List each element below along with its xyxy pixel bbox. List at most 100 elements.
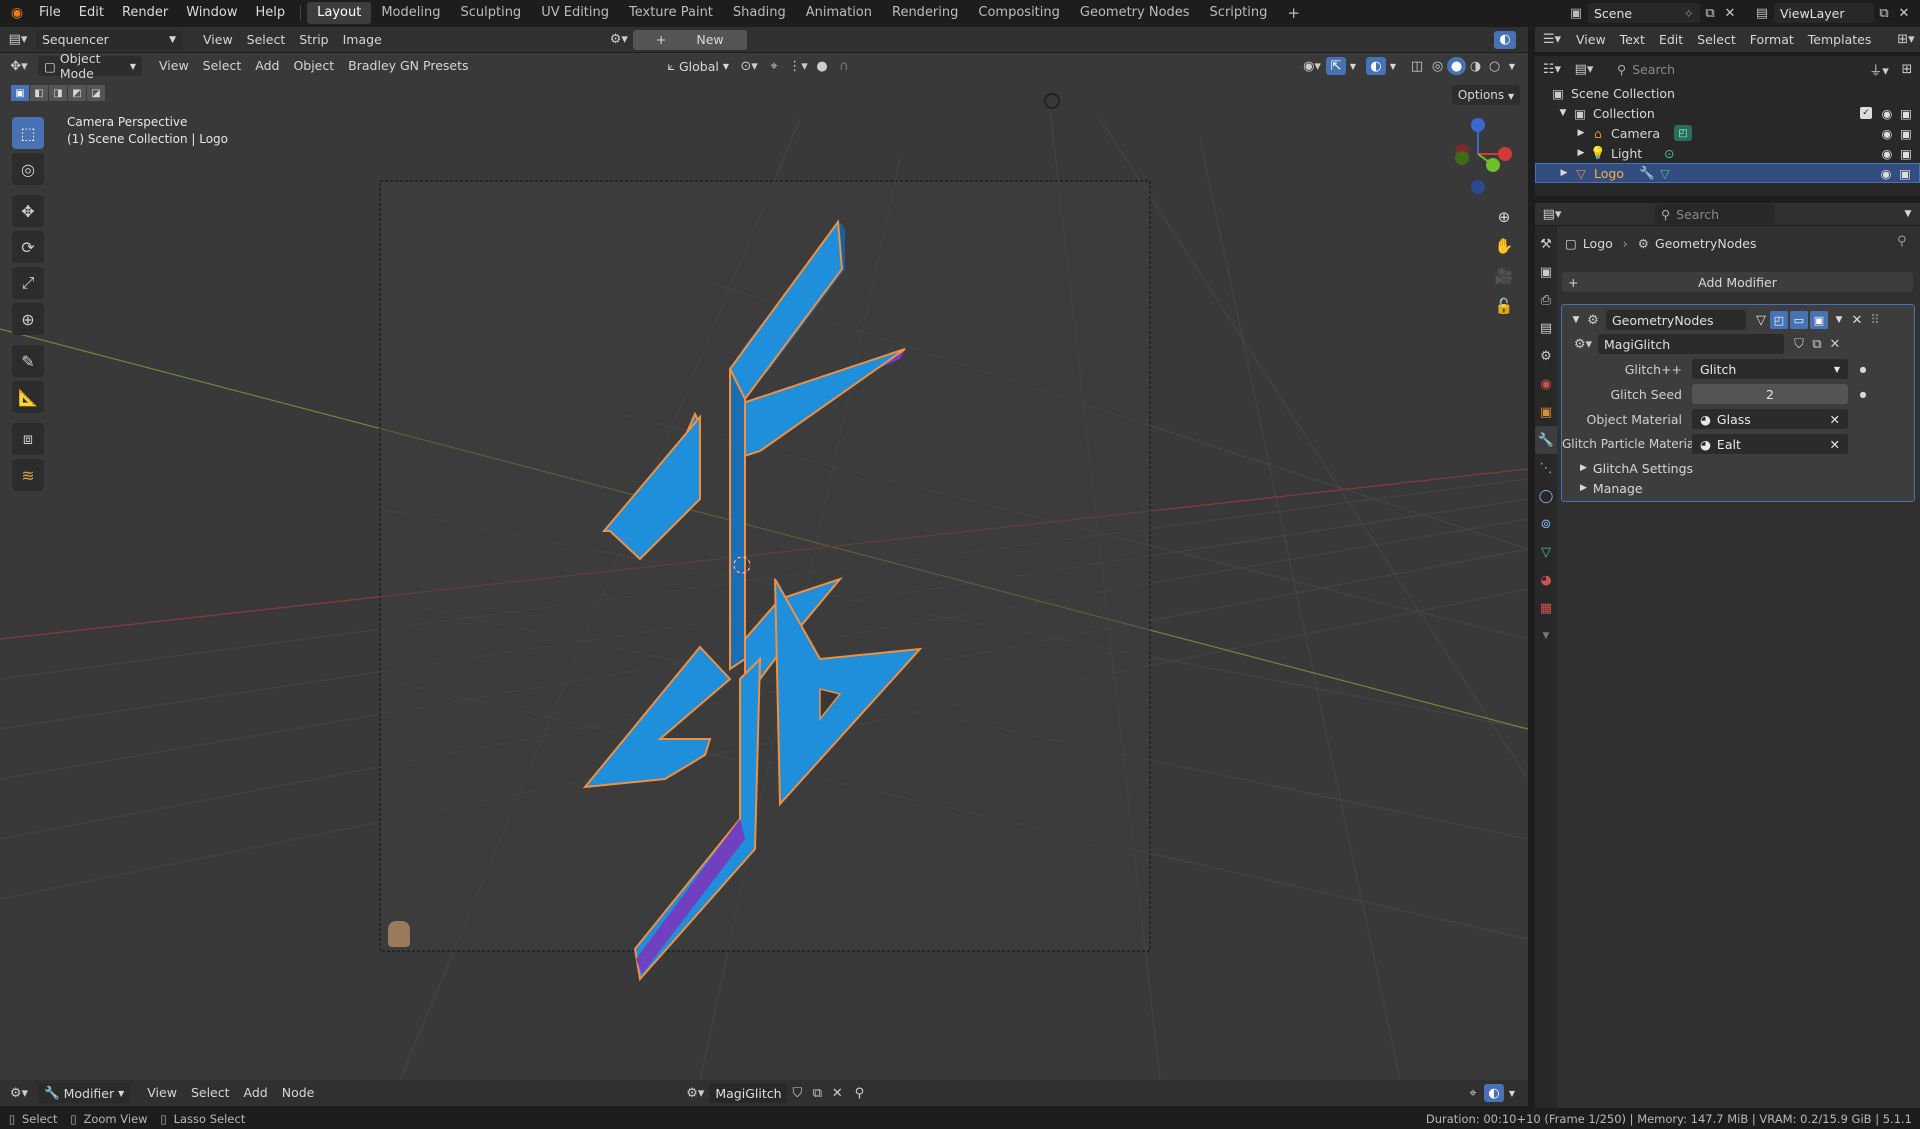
- view-layer-selector[interactable]: ViewLayer: [1774, 3, 1874, 23]
- tab-rendering[interactable]: Rendering: [882, 2, 968, 24]
- particles-tab-icon[interactable]: ⋱: [1535, 454, 1557, 482]
- vp-menu-add[interactable]: Add: [248, 55, 286, 77]
- add-workspace-icon[interactable]: +: [1277, 2, 1310, 24]
- delete-view-layer-icon[interactable]: ✕: [1894, 6, 1914, 21]
- editor-type-icon[interactable]: ▤▾: [0, 32, 36, 47]
- cursor-tool-icon[interactable]: ◎: [12, 153, 44, 185]
- menu-window[interactable]: Window: [177, 2, 246, 24]
- outliner-row-scene-collection[interactable]: ▣ Scene Collection: [1535, 83, 1920, 103]
- snap-node-icon[interactable]: ⌖: [1462, 1086, 1484, 1101]
- light-data-icon[interactable]: ⊙: [1660, 146, 1678, 161]
- tool-tab-icon[interactable]: ⚒: [1535, 230, 1557, 258]
- view-layer-icon[interactable]: ▤: [1750, 6, 1774, 21]
- tab-scripting[interactable]: Scripting: [1200, 2, 1278, 24]
- modifier-context-dropdown[interactable]: 🔧 Modifier ▼: [38, 1083, 131, 1103]
- custom-tool-icon[interactable]: ≋: [12, 459, 44, 491]
- select-box-tool-icon[interactable]: ⬚: [12, 117, 44, 149]
- unlink-icon[interactable]: ✕: [827, 1086, 847, 1101]
- blender-logo-icon[interactable]: ◉: [4, 1, 30, 25]
- material-shading-icon[interactable]: ◑: [1466, 59, 1485, 74]
- select-new-icon[interactable]: ▣: [11, 85, 29, 101]
- constraints-tab-icon[interactable]: ⊚: [1535, 510, 1557, 538]
- proportional-edit-icon[interactable]: ●: [811, 59, 833, 74]
- glitch-seed-field[interactable]: 2: [1692, 384, 1848, 404]
- camera-view-icon[interactable]: 🎥: [1492, 261, 1516, 291]
- render-toggle-icon[interactable]: ▣: [1810, 311, 1828, 329]
- expand-chevron-icon[interactable]: ▶: [1573, 148, 1589, 158]
- seq-menu-image[interactable]: Image: [336, 29, 389, 51]
- snap-target-icon[interactable]: ⋮▾: [785, 59, 811, 74]
- outliner-search[interactable]: ⚲ Search: [1611, 59, 1731, 79]
- remove-modifier-icon[interactable]: ✕: [1848, 313, 1866, 328]
- annotate-tool-icon[interactable]: ✎: [12, 345, 44, 377]
- outliner-options-icon[interactable]: ⊞▾: [1892, 32, 1920, 47]
- 3d-viewport[interactable]: Camera Perspective (1) Scene Collection …: [0, 79, 1528, 1080]
- fake-user-shield-icon[interactable]: ⛉: [787, 1086, 807, 1101]
- orientation-dropdown[interactable]: ⟀ Global ▼: [662, 56, 736, 76]
- select-extend-icon[interactable]: ◧: [30, 85, 48, 101]
- hide-eye-icon[interactable]: ◉: [1878, 146, 1896, 161]
- menu-file[interactable]: File: [30, 2, 70, 24]
- render-camera-icon[interactable]: ▣: [1896, 106, 1916, 121]
- viewport-toggle-icon[interactable]: ▭: [1790, 311, 1808, 329]
- properties-options-icon[interactable]: ▼: [1896, 209, 1920, 219]
- edit-mode-toggle-icon[interactable]: ▽: [1752, 313, 1770, 328]
- outliner-row-collection[interactable]: ▼ ▣ Collection ✓ ◉ ▣: [1535, 103, 1920, 123]
- clear-icon[interactable]: ✕: [1830, 437, 1840, 452]
- modifier-name-field[interactable]: GeometryNodes: [1606, 310, 1746, 330]
- mode-dropdown[interactable]: ▢ Object Mode ▼: [38, 51, 142, 81]
- vp-menu-view[interactable]: View: [152, 55, 196, 77]
- gizmo-toggle-icon[interactable]: ⇱: [1326, 57, 1346, 75]
- physics-tab-icon[interactable]: ◯: [1535, 482, 1557, 510]
- transform-tool-icon[interactable]: ⊕: [12, 303, 44, 335]
- object-tab-icon[interactable]: ▣: [1535, 398, 1557, 426]
- rendered-shading-icon[interactable]: ○: [1485, 59, 1504, 74]
- overlay-toggle-icon[interactable]: ◐: [1494, 30, 1516, 49]
- tab-layout[interactable]: Layout: [307, 2, 372, 24]
- menu-render[interactable]: Render: [113, 2, 177, 24]
- tab-modeling[interactable]: Modeling: [371, 2, 450, 24]
- collapse-chevron-icon[interactable]: ▼: [1568, 315, 1584, 325]
- pivot-icon[interactable]: ⊙▾: [735, 59, 763, 74]
- ol-menu-templates[interactable]: Templates: [1801, 29, 1879, 51]
- node-menu-view[interactable]: View: [140, 1082, 184, 1104]
- outliner-row-logo[interactable]: ▶ ▽ Logo 🔧 ▽ ◉ ▣: [1535, 163, 1920, 183]
- seq-menu-select[interactable]: Select: [240, 29, 293, 51]
- more-tabs-icon[interactable]: ▼: [1535, 622, 1557, 650]
- on-cage-toggle-icon[interactable]: ◰: [1770, 311, 1788, 329]
- output-tab-icon[interactable]: ⎙: [1535, 286, 1557, 314]
- tab-uv-editing[interactable]: UV Editing: [531, 2, 619, 24]
- select-intersect-icon[interactable]: ◪: [87, 85, 105, 101]
- world-tab-icon[interactable]: ◉: [1535, 370, 1557, 398]
- node-menu-select[interactable]: Select: [184, 1082, 237, 1104]
- visibility-icon[interactable]: ◉▾: [1298, 59, 1326, 74]
- render-tab-icon[interactable]: ▣: [1535, 258, 1557, 286]
- particle-material-field[interactable]: ◕ Ealt ✕: [1692, 434, 1848, 454]
- vp-menu-bradley-gn-presets[interactable]: Bradley GN Presets: [341, 55, 475, 77]
- duplicate-icon[interactable]: ⧉: [1808, 337, 1826, 352]
- drag-handle-icon[interactable]: ⠿: [1866, 313, 1884, 328]
- zoom-icon[interactable]: ⊕: [1492, 203, 1516, 231]
- pin-icon[interactable]: ✧: [1684, 6, 1694, 21]
- scene-icon[interactable]: ▣: [1564, 6, 1588, 21]
- new-view-layer-icon[interactable]: ⧉: [1874, 6, 1894, 21]
- xray-icon[interactable]: ◫: [1406, 59, 1428, 74]
- hide-eye-icon[interactable]: ◉: [1877, 166, 1895, 181]
- falloff-icon[interactable]: ∩: [833, 59, 855, 74]
- tab-animation[interactable]: Animation: [796, 2, 882, 24]
- properties-editor-type-icon[interactable]: ▤▾: [1535, 207, 1569, 222]
- filter-mode-icon[interactable]: ▤▾: [1569, 62, 1599, 77]
- select-subtract-icon[interactable]: ◨: [49, 85, 67, 101]
- seq-menu-strip[interactable]: Strip: [292, 29, 335, 51]
- material-tab-icon[interactable]: ◕: [1535, 566, 1557, 594]
- clear-icon[interactable]: ✕: [1830, 412, 1840, 427]
- scene-strip-icon[interactable]: ⚙▾: [605, 32, 633, 47]
- node-menu-node[interactable]: Node: [275, 1082, 322, 1104]
- pin-icon[interactable]: ⚲: [847, 1086, 871, 1101]
- scene-tab-icon[interactable]: ⚙: [1535, 342, 1557, 370]
- outliner-row-light[interactable]: ▶ 💡 Light ⊙ ◉ ▣: [1535, 143, 1920, 163]
- node-tree-browse-icon[interactable]: ⚙▾: [1568, 337, 1598, 352]
- gizmo-dropdown-icon[interactable]: ▼: [1346, 62, 1360, 71]
- texture-tab-icon[interactable]: ▦: [1535, 594, 1557, 622]
- keyframe-dot-icon[interactable]: ●: [1848, 365, 1878, 374]
